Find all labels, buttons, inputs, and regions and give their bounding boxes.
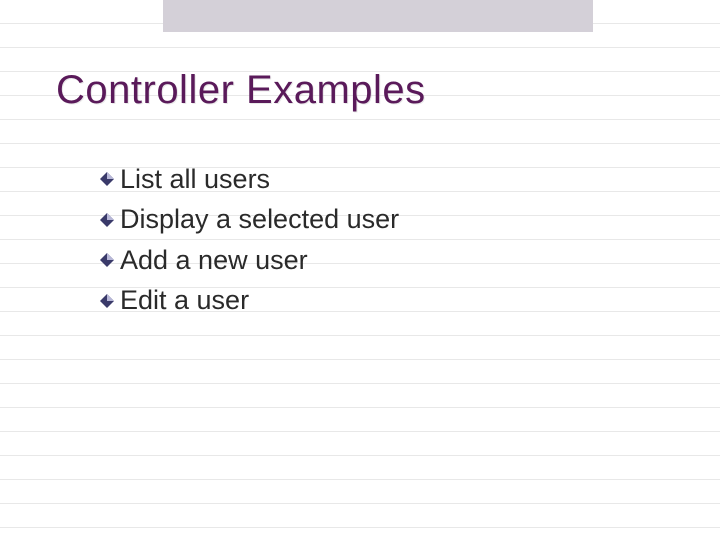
bullet-text: Edit a user bbox=[120, 282, 249, 318]
bullet-list: List all users Display a selected user A… bbox=[56, 161, 720, 319]
slide-content: Controller Examples List all users Displ… bbox=[0, 0, 720, 319]
list-item: List all users bbox=[98, 161, 720, 197]
diamond-bullet-icon bbox=[98, 211, 116, 229]
list-item: Add a new user bbox=[98, 242, 720, 278]
diamond-bullet-icon bbox=[98, 292, 116, 310]
bullet-text: Add a new user bbox=[120, 242, 308, 278]
diamond-bullet-icon bbox=[98, 170, 116, 188]
diamond-bullet-icon bbox=[98, 251, 116, 269]
slide-title: Controller Examples bbox=[56, 68, 720, 113]
bullet-text: List all users bbox=[120, 161, 270, 197]
list-item: Edit a user bbox=[98, 282, 720, 318]
top-decorative-bar bbox=[163, 0, 593, 32]
list-item: Display a selected user bbox=[98, 201, 720, 237]
bullet-text: Display a selected user bbox=[120, 201, 399, 237]
